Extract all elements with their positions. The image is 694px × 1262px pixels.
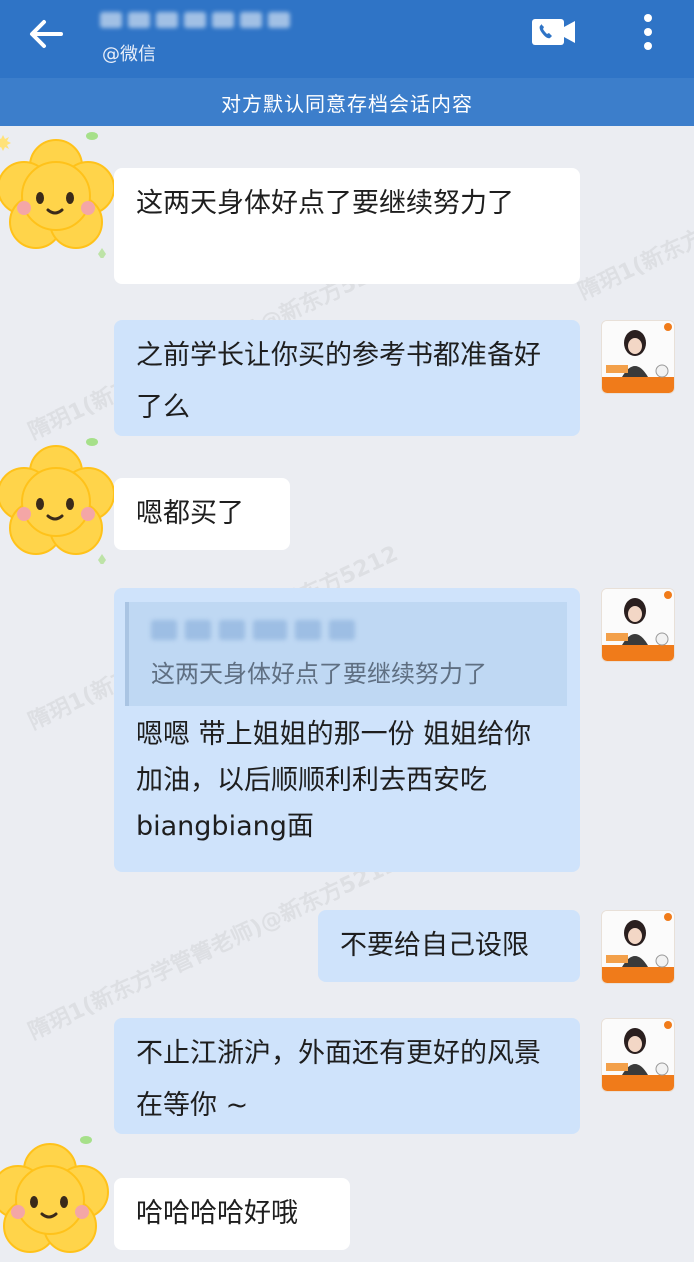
message-bubble[interactable]: 之前学长让你买的参考书都准备好了么	[114, 320, 580, 436]
my-avatar[interactable]	[601, 588, 675, 662]
contact-avatar-flower[interactable]	[0, 128, 116, 258]
archive-notice-bar: 对方默认同意存档会话内容	[0, 78, 694, 126]
quoted-text: 这两天身体好点了要继续努力了	[151, 660, 487, 688]
my-avatar[interactable]	[601, 910, 675, 984]
quoted-message[interactable]: 这两天身体好点了要继续努力了	[125, 602, 567, 706]
quoted-sender-redacted	[151, 614, 381, 646]
chat-header: @微信	[0, 0, 694, 78]
back-button[interactable]	[24, 14, 68, 54]
more-vertical-icon	[644, 14, 652, 50]
message-bubble[interactable]: 不止江浙沪，外面还有更好的风景在等你 ~	[114, 1018, 580, 1134]
more-options-button[interactable]	[636, 12, 660, 52]
arrow-left-icon	[30, 20, 63, 48]
message-bubble[interactable]: 不要给自己设限	[318, 910, 580, 982]
message-bubble[interactable]: 嗯都买了	[114, 478, 290, 550]
video-call-button[interactable]	[530, 16, 578, 48]
contact-name-redacted	[100, 6, 312, 34]
message-bubble[interactable]: 这两天身体好点了要继续努力了	[114, 168, 580, 284]
video-call-icon	[532, 19, 575, 45]
watermark: 隋玥1(新东方学管箐老师)@新东方5212	[574, 111, 694, 306]
contact-source-label: @微信	[102, 44, 156, 65]
my-avatar[interactable]	[601, 1018, 675, 1092]
message-bubble[interactable]: 哈哈哈哈好哦	[114, 1178, 350, 1250]
contact-avatar-flower[interactable]	[0, 1132, 110, 1262]
my-avatar[interactable]	[601, 320, 675, 394]
contact-avatar-flower[interactable]	[0, 434, 116, 564]
